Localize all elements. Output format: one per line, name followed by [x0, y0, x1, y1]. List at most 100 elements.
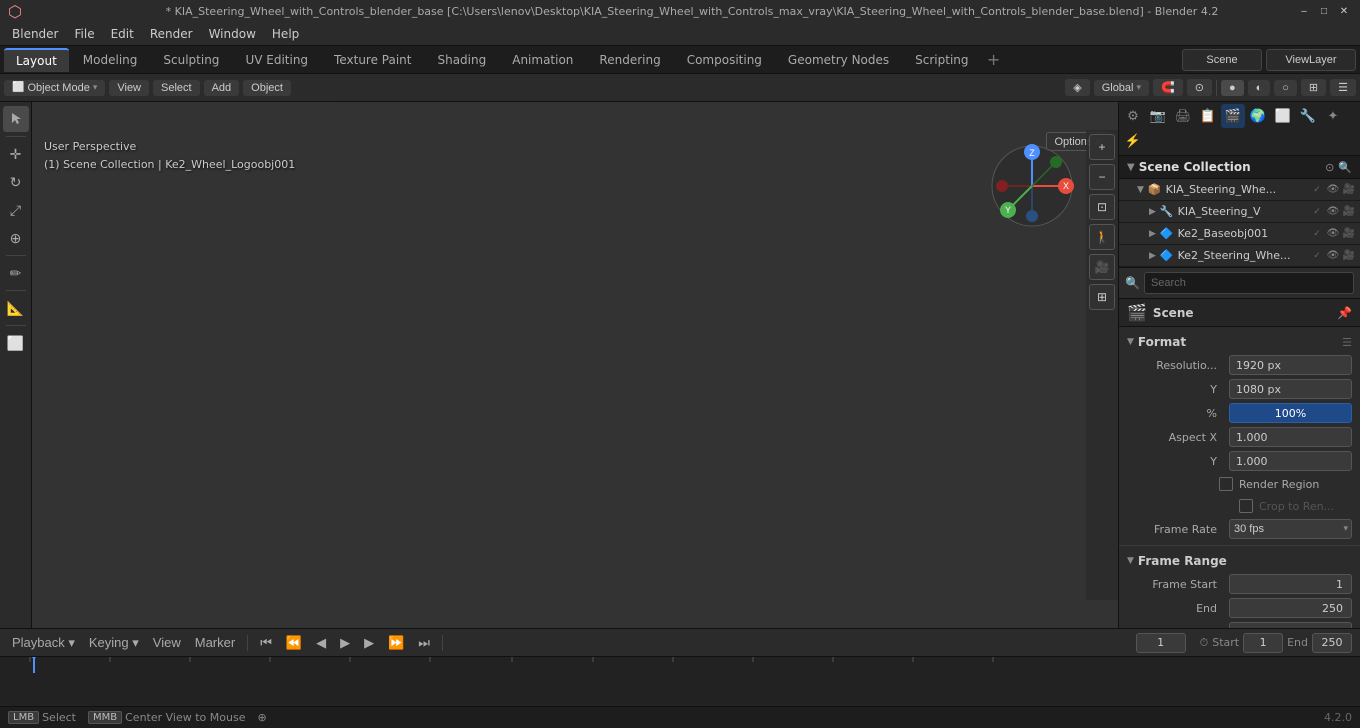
tab-shading[interactable]: Shading	[425, 49, 498, 71]
props-search-input[interactable]	[1144, 272, 1354, 294]
tab-sculpting[interactable]: Sculpting	[151, 49, 231, 71]
props-particles-icon[interactable]: ✦	[1321, 104, 1345, 128]
frame-end-value[interactable]: 250	[1229, 598, 1352, 618]
tab-scripting[interactable]: Scripting	[903, 49, 980, 71]
aspect-x-value[interactable]: 1.000	[1229, 427, 1352, 447]
tab-layout[interactable]: Layout	[4, 48, 69, 72]
marker-menu-btn[interactable]: Marker	[191, 633, 239, 652]
current-frame-input[interactable]: 1	[1136, 633, 1186, 653]
tab-rendering[interactable]: Rendering	[587, 49, 672, 71]
props-output-icon[interactable]: 🖨	[1171, 104, 1195, 128]
list-item[interactable]: ▼ 📦 KIA_Steering_Whe... ✓ 👁 🎥	[1119, 179, 1360, 201]
viewlayer-button[interactable]: ViewLayer	[1266, 49, 1356, 71]
view-menu-timeline-btn[interactable]: View	[149, 633, 185, 652]
prev-keyframe-btn[interactable]: ◀	[312, 633, 330, 653]
tab-texture-paint[interactable]: Texture Paint	[322, 49, 423, 71]
props-object-icon[interactable]: ⬜	[1271, 104, 1295, 128]
move-tool[interactable]: ✛	[3, 141, 29, 167]
object-menu-btn[interactable]: Object	[243, 80, 291, 96]
viewport-overlay[interactable]: ⊞	[1301, 79, 1326, 96]
view-menu-btn[interactable]: View	[109, 80, 149, 96]
minimize-button[interactable]: –	[1296, 3, 1312, 19]
transform-tool[interactable]: ⊕	[3, 225, 29, 251]
viewport-shading-solid[interactable]: ●	[1221, 80, 1244, 96]
zoom-extent-btn[interactable]: ⊡	[1089, 194, 1115, 220]
item-check-btn[interactable]: ✓	[1310, 205, 1324, 219]
item-cam-btn[interactable]: 🎥	[1342, 249, 1356, 263]
item-eye-btn[interactable]: 👁	[1326, 249, 1340, 263]
play-btn[interactable]: ▶	[336, 633, 354, 653]
item-eye-btn[interactable]: 👁	[1326, 227, 1340, 241]
transform-orientation[interactable]: Global ▾	[1094, 80, 1149, 96]
scale-tool[interactable]: ⤢	[3, 197, 29, 223]
item-check-btn[interactable]: ✓	[1310, 227, 1324, 241]
proportional-edit[interactable]: ⊙	[1187, 79, 1212, 96]
item-cam-btn[interactable]: 🎥	[1342, 183, 1356, 197]
select-menu-btn[interactable]: Select	[153, 80, 200, 96]
menu-edit[interactable]: Edit	[103, 25, 142, 43]
start-frame-input[interactable]: 1	[1243, 633, 1283, 653]
item-eye-btn[interactable]: 👁	[1326, 205, 1340, 219]
format-section-header[interactable]: ▼ Format ☰	[1119, 331, 1360, 353]
props-modifier-icon[interactable]: 🔧	[1296, 104, 1320, 128]
item-cam-btn[interactable]: 🎥	[1342, 205, 1356, 219]
frame-start-value[interactable]: 1	[1229, 574, 1352, 594]
measure-tool[interactable]: 📐	[3, 295, 29, 321]
viewport-shading-render[interactable]: ○	[1274, 80, 1297, 96]
scene-selector-button[interactable]: Scene	[1182, 49, 1262, 71]
percent-value[interactable]: 100%	[1229, 403, 1352, 423]
crop-render-checkbox[interactable]	[1239, 499, 1253, 513]
props-scene-props-icon[interactable]: 🎬	[1221, 104, 1245, 128]
prev-frame-btn[interactable]: ⏪	[282, 633, 306, 653]
props-world-icon[interactable]: 🌍	[1246, 104, 1270, 128]
viewport-shading-material[interactable]: ◐	[1248, 80, 1271, 96]
annotate-tool[interactable]: ✏	[3, 260, 29, 286]
tab-modeling[interactable]: Modeling	[71, 49, 150, 71]
local-view-btn[interactable]: ⊞	[1089, 284, 1115, 310]
outliner-search-btn[interactable]: 🔍	[1338, 161, 1352, 174]
playback-menu-btn[interactable]: Playback ▾	[8, 633, 79, 653]
transform-pivot[interactable]: ◈	[1065, 79, 1089, 96]
tab-animation[interactable]: Animation	[500, 49, 585, 71]
resolution-x-value[interactable]: 1920 px	[1229, 355, 1352, 375]
item-check-btn[interactable]: ✓	[1310, 183, 1324, 197]
item-eye-btn[interactable]: 👁	[1326, 183, 1340, 197]
frame-range-section-header[interactable]: ▼ Frame Range	[1119, 550, 1360, 572]
keying-menu-btn[interactable]: Keying ▾	[85, 633, 143, 653]
outliner-filter-btn[interactable]: ⊙	[1325, 161, 1334, 174]
viewport-xray[interactable]: ☰	[1330, 79, 1356, 96]
jump-start-btn[interactable]: ⏮	[256, 633, 276, 653]
props-physics-icon[interactable]: ⚡	[1121, 129, 1145, 153]
aspect-y-value[interactable]: 1.000	[1229, 451, 1352, 471]
tab-uv-editing[interactable]: UV Editing	[233, 49, 320, 71]
render-region-label[interactable]: Render Region	[1239, 478, 1319, 491]
resolution-y-value[interactable]: 1080 px	[1229, 379, 1352, 399]
item-check-btn[interactable]: ✓	[1310, 249, 1324, 263]
add-cube-tool[interactable]: ⬜	[3, 330, 29, 356]
list-item[interactable]: ▶ 🔷 Ke2_Steering_Whe... ✓ 👁 🎥	[1119, 245, 1360, 267]
props-render-icon[interactable]: 📷	[1146, 104, 1170, 128]
zoom-in-btn[interactable]: +	[1089, 134, 1115, 160]
render-region-checkbox[interactable]	[1219, 477, 1233, 491]
frame-rate-select[interactable]: 23.98 fps 24 fps 25 fps 29.97 fps 30 fps…	[1229, 519, 1352, 539]
format-menu-icon[interactable]: ☰	[1342, 336, 1352, 349]
menu-render[interactable]: Render	[142, 25, 201, 43]
tab-compositing[interactable]: Compositing	[675, 49, 774, 71]
mode-selector[interactable]: ⬜ Object Mode ▾	[4, 80, 105, 96]
timeline-area[interactable]: 0 20 40 60 80 100 120 140 160	[0, 656, 1360, 706]
menu-help[interactable]: Help	[264, 25, 307, 43]
maximize-button[interactable]: □	[1316, 3, 1332, 19]
menu-file[interactable]: File	[67, 25, 103, 43]
next-frame-btn[interactable]: ⏩	[384, 633, 408, 653]
props-scene-icon[interactable]: ⚙	[1121, 104, 1145, 128]
pin-scene-btn[interactable]: 📌	[1337, 306, 1352, 320]
snap-btn[interactable]: 🧲	[1153, 79, 1183, 96]
end-frame-input[interactable]: 250	[1312, 633, 1352, 653]
jump-end-btn[interactable]: ⏭	[414, 633, 434, 653]
add-menu-btn[interactable]: Add	[204, 80, 240, 96]
close-button[interactable]: ✕	[1336, 3, 1352, 19]
list-item[interactable]: ▶ 🔧 KIA_Steering_V ✓ 👁 🎥	[1119, 201, 1360, 223]
viewport[interactable]: User Perspective (1) Scene Collection | …	[32, 102, 1118, 628]
add-workspace-button[interactable]: +	[983, 49, 1005, 71]
list-item[interactable]: ▶ 🔷 Ke2_Baseobj001 ✓ 👁 🎥	[1119, 223, 1360, 245]
